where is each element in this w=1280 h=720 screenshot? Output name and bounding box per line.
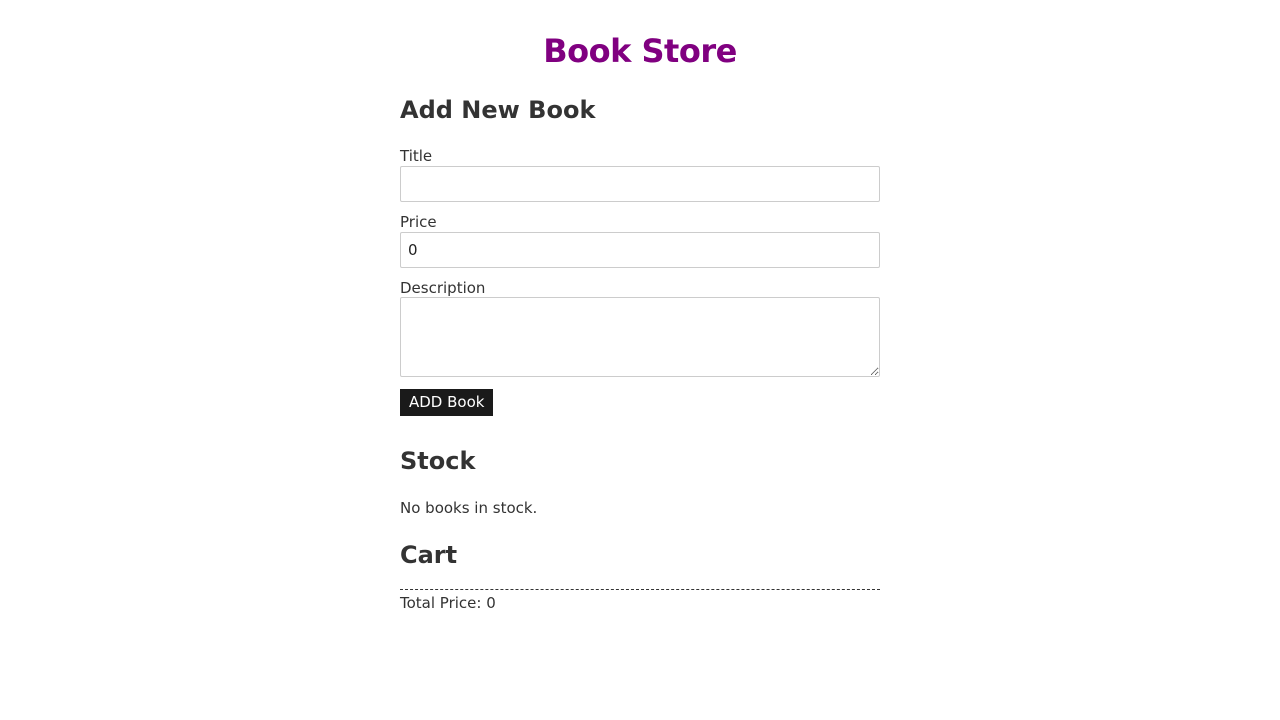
- description-label: Description: [400, 279, 486, 297]
- add-book-heading: Add New Book: [400, 96, 596, 124]
- description-textarea[interactable]: [400, 297, 880, 377]
- stock-heading: Stock: [400, 447, 476, 475]
- cart-total-price: Total Price: 0: [400, 594, 496, 612]
- add-book-button[interactable]: ADD Book: [400, 389, 494, 416]
- title-input[interactable]: [400, 166, 880, 202]
- price-label: Price: [400, 213, 437, 231]
- title-label: Title: [400, 147, 433, 165]
- page-title: Book Store: [543, 32, 737, 70]
- cart-heading: Cart: [400, 541, 458, 569]
- price-input[interactable]: [400, 232, 880, 268]
- cart-divider: [400, 589, 880, 590]
- stock-empty-message: No books in stock.: [400, 499, 538, 517]
